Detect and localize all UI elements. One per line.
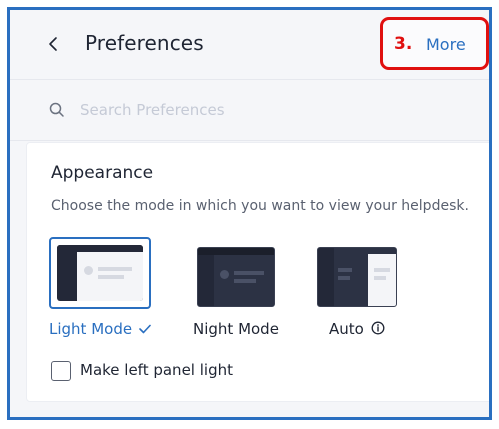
- section-description: Choose the mode in which you want to vie…: [51, 198, 469, 214]
- night-mode-label: Night Mode: [193, 320, 279, 338]
- light-mode-label: Light Mode: [49, 320, 151, 338]
- checkmark-icon: [139, 324, 151, 334]
- auto-mode-label: Auto: [329, 320, 385, 338]
- header: Preferences 3. More: [10, 10, 489, 80]
- auto-mode-text: Auto: [329, 320, 364, 338]
- step-number: 3.: [394, 34, 413, 54]
- more-button[interactable]: More: [426, 35, 466, 54]
- page-title: Preferences: [85, 31, 204, 55]
- auto-mode-thumbnail: [317, 247, 397, 307]
- search-bar: [10, 81, 489, 141]
- info-icon[interactable]: [371, 321, 385, 335]
- light-mode-text: Light Mode: [49, 320, 133, 338]
- night-mode-option[interactable]: Night Mode: [187, 237, 287, 347]
- appearance-card: Appearance Choose the mode in which you …: [26, 142, 489, 402]
- light-mode-thumbnail: [49, 237, 151, 309]
- light-mode-option[interactable]: Light Mode: [49, 237, 155, 347]
- section-title: Appearance: [51, 163, 154, 183]
- search-input[interactable]: [80, 95, 460, 125]
- left-panel-light-label: Make left panel light: [80, 361, 233, 379]
- search-icon: [49, 102, 64, 117]
- back-button[interactable]: [44, 34, 62, 54]
- night-mode-thumbnail: [197, 247, 275, 307]
- auto-mode-option[interactable]: Auto: [307, 237, 407, 347]
- chevron-left-icon: [49, 37, 57, 51]
- left-panel-light-checkbox[interactable]: [51, 361, 71, 381]
- preferences-window: Preferences 3. More Appearance Choose th…: [7, 7, 492, 420]
